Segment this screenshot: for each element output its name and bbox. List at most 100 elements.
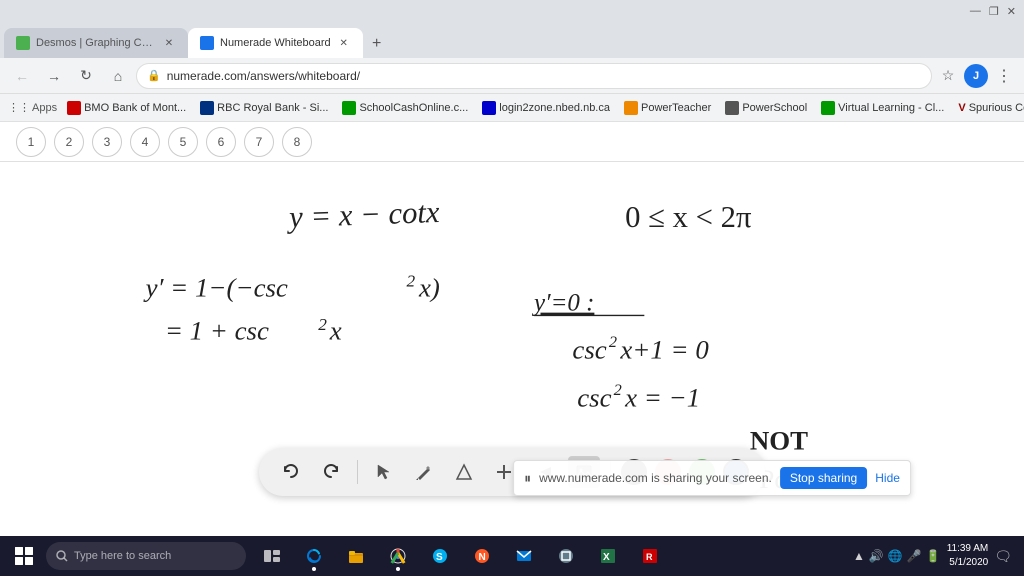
- page-tab-4[interactable]: 4: [130, 127, 160, 157]
- back-button[interactable]: ←: [8, 62, 36, 90]
- taskbar-right: ▲ 🔊 🌐 🎤 🔋 11:39 AM 5/1/2020 🗨: [853, 542, 1020, 570]
- minimize-btn[interactable]: —: [970, 5, 981, 17]
- shapes-tool-button[interactable]: [448, 456, 480, 488]
- bookmark-bmo[interactable]: BMO Bank of Mont...: [61, 99, 192, 117]
- svg-text:csc: csc: [577, 383, 611, 413]
- svg-text:x+1 = 0: x+1 = 0: [619, 335, 709, 365]
- profile-button[interactable]: J: [964, 64, 988, 88]
- chrome-button[interactable]: [378, 538, 418, 574]
- toolbar-sep-1: [357, 460, 358, 484]
- file-explorer-button[interactable]: [336, 538, 376, 574]
- svg-text:y′ = 1−(−csc: y′ = 1−(−csc: [143, 272, 288, 302]
- sharing-banner: ⏸ www.numerade.com is sharing your scree…: [513, 460, 911, 496]
- bookmark-schoolcash[interactable]: SchoolCashOnline.c...: [336, 99, 474, 117]
- microphone-icon[interactable]: 🎤: [907, 549, 922, 563]
- bookmark-label-spurious: Spurious Correlations: [969, 102, 1024, 114]
- page-tab-7[interactable]: 7: [244, 127, 274, 157]
- tab-bar: Desmos | Graphing Calculator ✕ Numerade …: [0, 22, 1024, 58]
- svg-text:2: 2: [407, 272, 416, 291]
- taskbar-clock[interactable]: 11:39 AM 5/1/2020: [947, 542, 989, 570]
- bookmark-favicon-bmo: [67, 101, 81, 115]
- bookmark-virtuallearning[interactable]: Virtual Learning - Cl...: [815, 99, 950, 117]
- bookmark-favicon-rbc: [200, 101, 214, 115]
- svg-text:csc: csc: [572, 335, 606, 365]
- page-tab-6[interactable]: 6: [206, 127, 236, 157]
- system-tray-icons: ▲ 🔊 🌐 🎤 🔋: [853, 549, 941, 563]
- notification-button[interactable]: 🗨: [994, 548, 1012, 565]
- new-tab-button[interactable]: +: [363, 30, 391, 58]
- bookmark-star-button[interactable]: ☆: [936, 64, 960, 88]
- tab-close-numerade[interactable]: ✕: [337, 36, 351, 50]
- pause-icon: ⏸: [524, 470, 531, 487]
- chrome-active-dot: [396, 567, 400, 571]
- app7-button[interactable]: [546, 538, 586, 574]
- nav-bar: ← → ↻ ⌂ 🔒 numerade.com/answers/whiteboar…: [0, 58, 1024, 94]
- svg-text:y = x − cotx: y = x − cotx: [286, 195, 441, 234]
- taskbar-search-placeholder: Type here to search: [74, 550, 171, 562]
- start-button[interactable]: [4, 538, 44, 574]
- select-tool-button[interactable]: [368, 456, 400, 488]
- bookmark-login2zone[interactable]: login2zone.nbed.nb.ca: [476, 99, 616, 117]
- forward-button[interactable]: →: [40, 62, 68, 90]
- menu-button[interactable]: ⋮: [992, 64, 1016, 88]
- taskview-button[interactable]: [252, 538, 292, 574]
- edge-active-dot: [312, 567, 316, 571]
- tab-desmos[interactable]: Desmos | Graphing Calculator ✕: [4, 28, 188, 58]
- lock-icon: 🔒: [147, 69, 161, 82]
- outlook-button[interactable]: [504, 538, 544, 574]
- stop-sharing-button[interactable]: Stop sharing: [780, 467, 867, 489]
- svg-text:2: 2: [318, 315, 327, 334]
- whiteboard[interactable]: y = x − cotx 0 ≤ x < 2π y′ = 1−(−csc 2 x…: [0, 162, 1024, 536]
- refresh-button[interactable]: ↻: [72, 62, 100, 90]
- page-tab-1[interactable]: 1: [16, 127, 46, 157]
- taskbar-apps: S N X: [252, 538, 670, 574]
- bookmark-favicon-virtuallearning: [821, 101, 835, 115]
- svg-text:N: N: [479, 552, 486, 563]
- bookmark-powerschool[interactable]: PowerSchool: [719, 99, 813, 117]
- close-btn[interactable]: ✕: [1007, 5, 1016, 18]
- battery-icon[interactable]: 🔋: [926, 549, 941, 563]
- redo-button[interactable]: [315, 456, 347, 488]
- content-wrapper: 1 2 3 4 5 6 7 8 y = x − cotx 0 ≤ x < 2π …: [0, 122, 1024, 536]
- svg-text:NOT: NOT: [750, 426, 808, 456]
- title-bar: — ❐ ✕: [0, 0, 1024, 22]
- tab-label-numerade: Numerade Whiteboard: [220, 37, 331, 49]
- app9-button[interactable]: R: [630, 538, 670, 574]
- bookmark-favicon-spurious: V: [958, 102, 965, 114]
- edge-browser-button[interactable]: [294, 538, 334, 574]
- bookmark-favicon-schoolcash: [342, 101, 356, 115]
- bookmark-favicon-powerschool: [725, 101, 739, 115]
- svg-text:y′=0 :: y′=0 :: [531, 290, 594, 317]
- up-arrow-icon[interactable]: ▲: [853, 549, 865, 563]
- tab-favicon-desmos: [16, 36, 30, 50]
- window-controls[interactable]: — ❐ ✕: [970, 5, 1016, 18]
- apps-bookmark[interactable]: ⋮⋮ Apps: [8, 101, 57, 114]
- address-bar[interactable]: 🔒 numerade.com/answers/whiteboard/: [136, 63, 932, 89]
- bookmark-powerteacher[interactable]: PowerTeacher: [618, 99, 717, 117]
- taskbar: Type here to search: [0, 536, 1024, 576]
- restore-btn[interactable]: ❐: [989, 5, 999, 18]
- bookmark-spurious[interactable]: V Spurious Correlations: [952, 100, 1024, 116]
- taskbar-search-box[interactable]: Type here to search: [46, 542, 246, 570]
- pen-tool-button[interactable]: [408, 456, 440, 488]
- bookmarks-bar: ⋮⋮ Apps BMO Bank of Mont... RBC Royal Ba…: [0, 94, 1024, 122]
- skype-button[interactable]: S: [420, 538, 460, 574]
- page-tab-8[interactable]: 8: [282, 127, 312, 157]
- hide-button[interactable]: Hide: [875, 471, 900, 485]
- bookmark-rbc[interactable]: RBC Royal Bank - Si...: [194, 99, 334, 117]
- svg-text:x): x): [418, 272, 440, 302]
- page-tab-5[interactable]: 5: [168, 127, 198, 157]
- speaker-icon[interactable]: 🔊: [869, 549, 884, 563]
- apps-grid-icon: ⋮⋮: [8, 101, 30, 114]
- page-tab-3[interactable]: 3: [92, 127, 122, 157]
- sharing-text: www.numerade.com is sharing your screen.: [539, 471, 772, 485]
- tab-close-desmos[interactable]: ✕: [162, 36, 176, 50]
- home-button[interactable]: ⌂: [104, 62, 132, 90]
- page-tab-2[interactable]: 2: [54, 127, 84, 157]
- app5-button[interactable]: N: [462, 538, 502, 574]
- tab-numerade[interactable]: Numerade Whiteboard ✕: [188, 28, 363, 58]
- excel-button[interactable]: X: [588, 538, 628, 574]
- taskbar-date-display: 5/1/2020: [947, 556, 989, 570]
- undo-button[interactable]: [275, 456, 307, 488]
- network-icon[interactable]: 🌐: [888, 549, 903, 563]
